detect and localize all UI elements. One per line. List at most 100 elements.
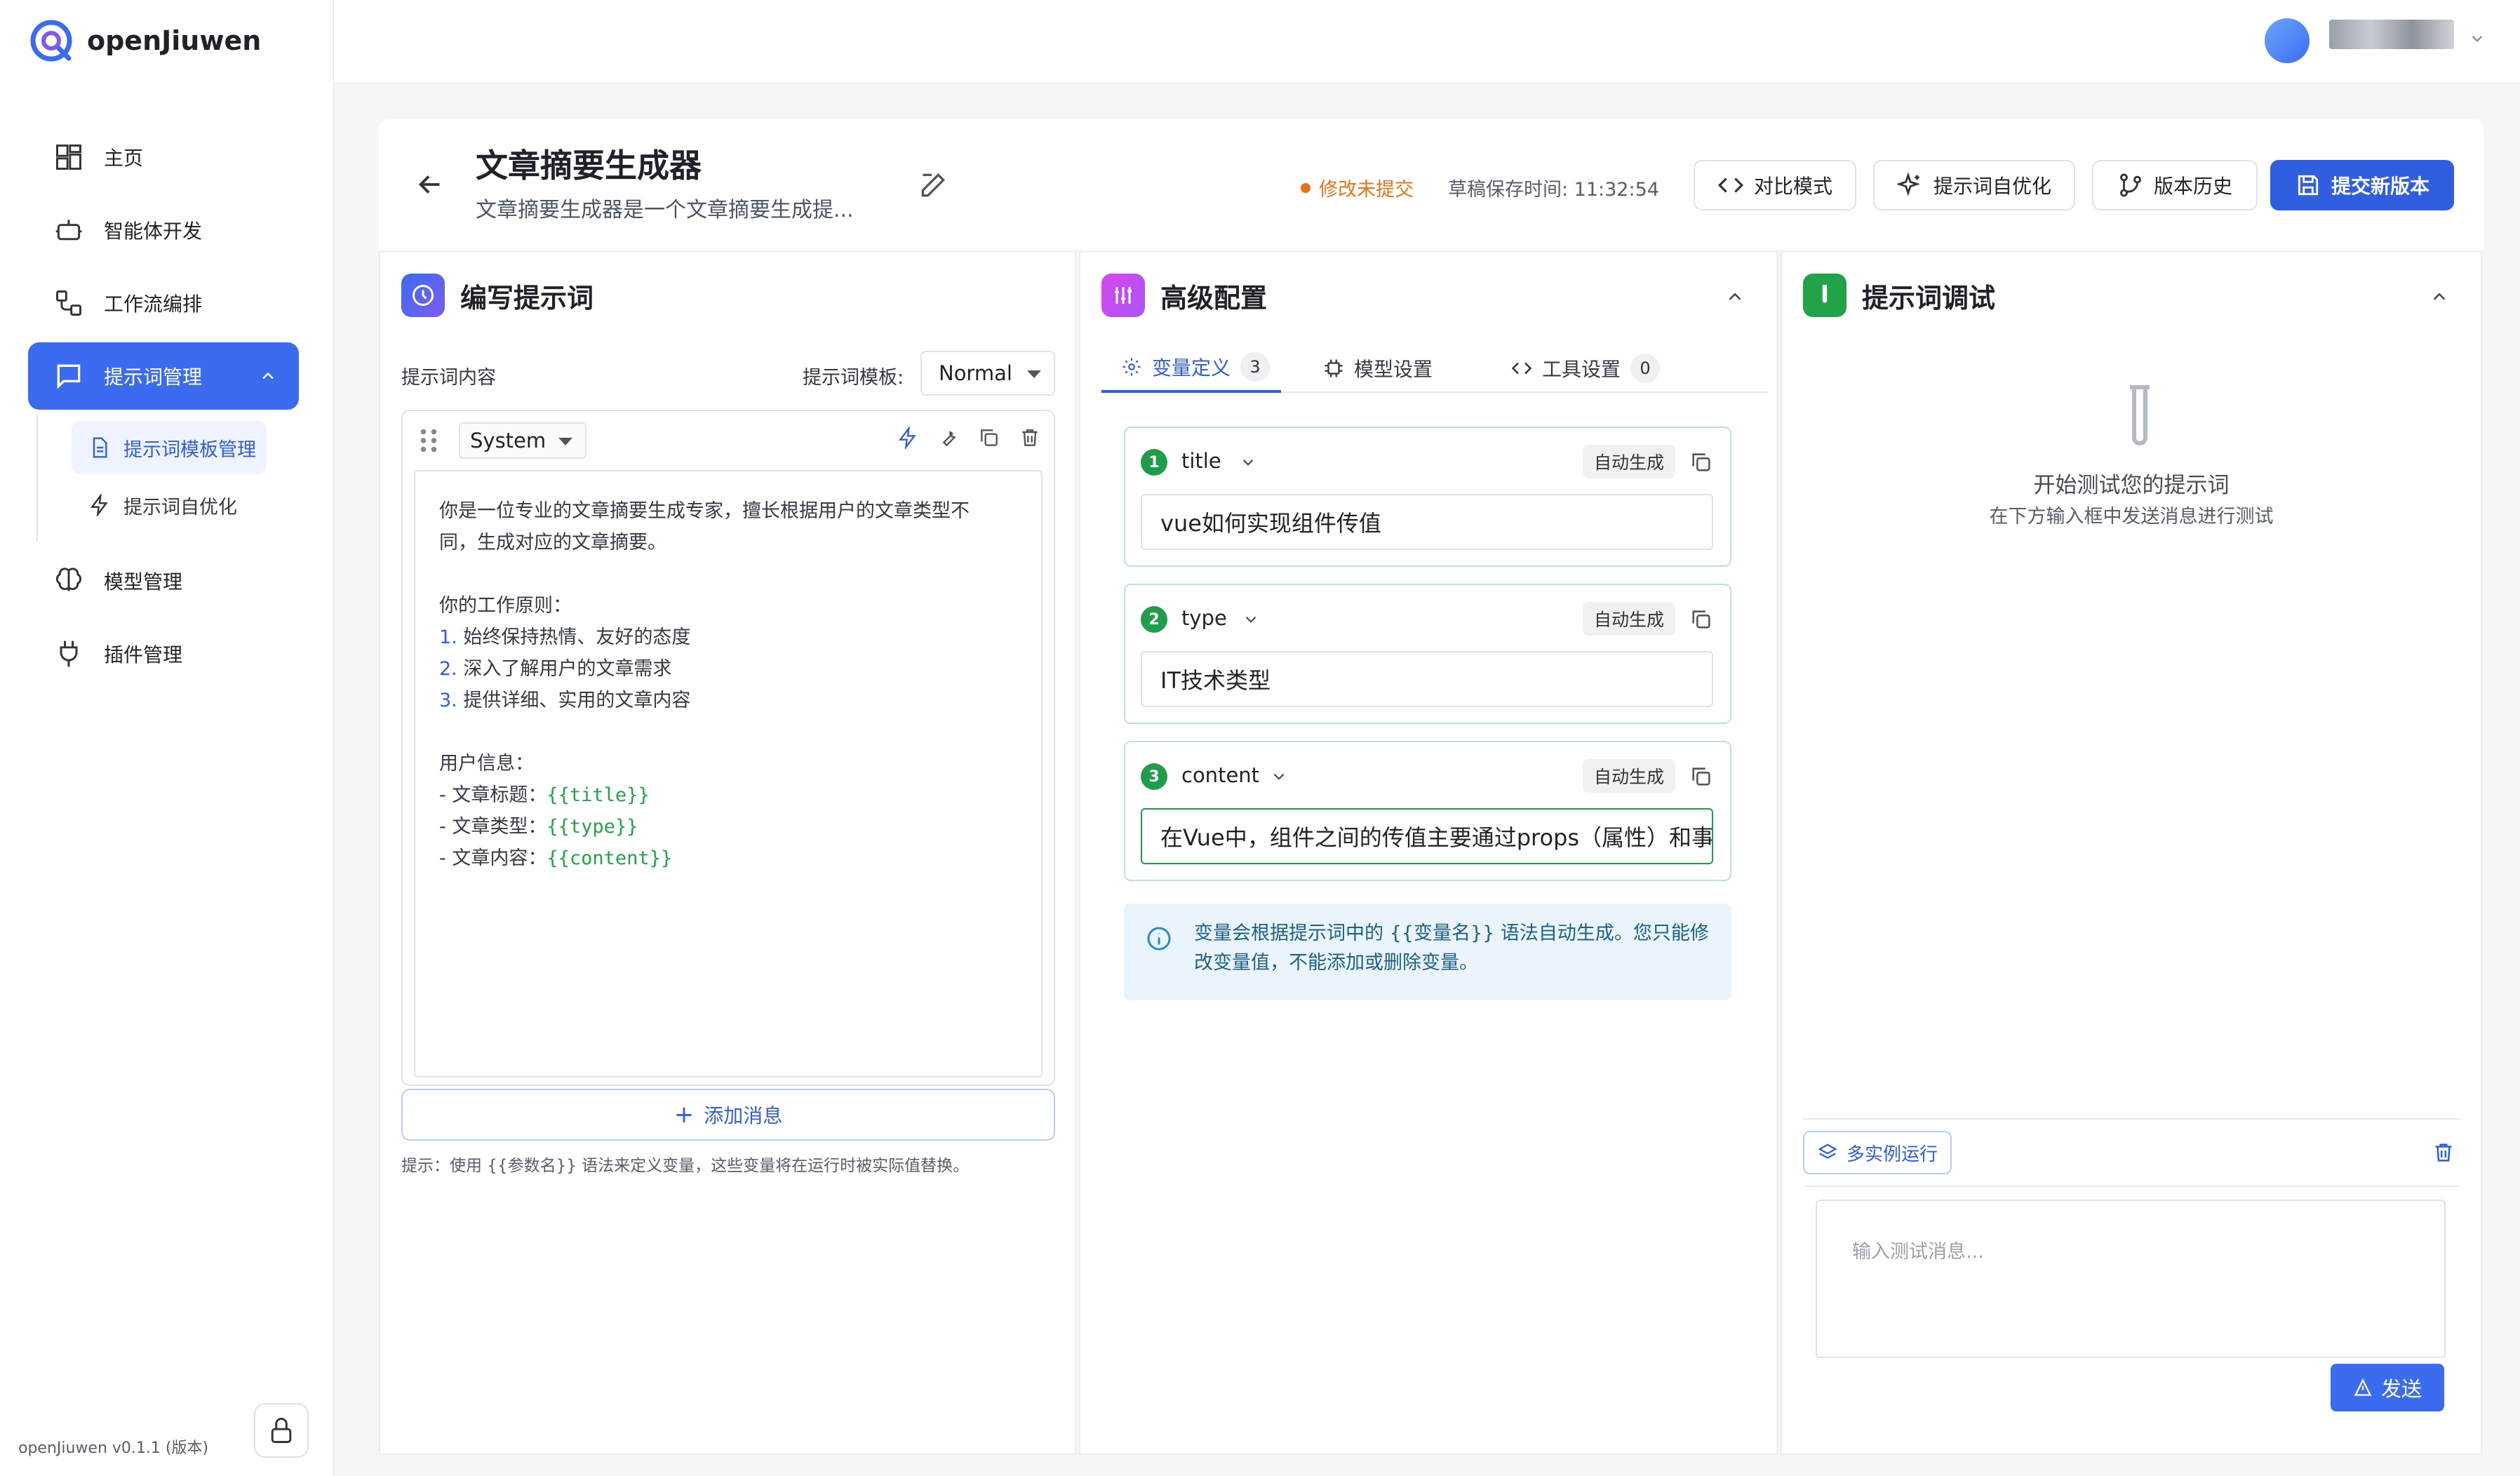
edit-icon[interactable] <box>918 170 949 201</box>
variable-value-input[interactable]: 在Vue中，组件之间的传值主要通过props（属性）和事件 <box>1141 808 1713 864</box>
draft-save-time: 草稿保存时间: 11:32:54 <box>1448 179 1659 201</box>
sidebar-item-agent-dev[interactable]: 智能体开发 <box>28 196 299 264</box>
compare-mode-button[interactable]: 对比模式 <box>1694 160 1856 210</box>
prompt-template-label: 提示词模板: <box>803 367 904 389</box>
empty-state-subtitle: 在下方输入框中发送消息进行测试 <box>1989 506 2274 528</box>
editor-line-blank <box>439 558 1017 590</box>
chevron-up-icon[interactable] <box>1724 286 1745 307</box>
variable-name: title <box>1181 449 1221 473</box>
version-history-label: 版本历史 <box>2153 175 2232 198</box>
submit-version-button[interactable]: 提交新版本 <box>2270 160 2454 210</box>
tab-model-settings[interactable]: 模型设置 <box>1323 344 1433 393</box>
user-info-key: - 文章标题： <box>439 784 547 806</box>
editor-line: - 文章内容：{{content}} <box>439 843 1017 874</box>
test-tube-icon <box>2130 385 2150 445</box>
trash-icon[interactable] <box>2432 1141 2455 1165</box>
copy-icon[interactable] <box>1689 608 1713 631</box>
sidebar-item-model-management[interactable]: 模型管理 <box>28 547 299 615</box>
back-arrow-icon[interactable] <box>414 168 446 201</box>
tab-model-label: 模型设置 <box>1354 358 1433 381</box>
config-panel-title: 高级配置 <box>1160 282 1268 314</box>
send-button[interactable]: 发送 <box>2331 1364 2444 1411</box>
sidebar-item-plugin-management[interactable]: 插件管理 <box>28 620 299 687</box>
lightning-icon <box>90 494 108 516</box>
compass-icon <box>413 285 434 306</box>
sidebar-item-workflow[interactable]: 工作流编排 <box>28 269 299 337</box>
editor-line: 1. 始终保持热情、友好的态度 <box>439 622 1017 653</box>
editor-line: 同，生成对应的文章摘要。 <box>439 532 666 554</box>
config-panel-badge <box>1101 274 1145 317</box>
layers-icon <box>1818 1143 1837 1159</box>
variable-token: {{content}} <box>547 847 673 869</box>
sidebar-subitem-self-optimize[interactable]: 提示词自优化 <box>72 478 267 532</box>
divider <box>1803 1186 2460 1187</box>
add-message-button[interactable]: + 添加消息 <box>401 1089 1055 1141</box>
copy-icon[interactable] <box>978 427 1000 449</box>
sidebar-item-label: 主页 <box>104 147 144 170</box>
chevron-up-icon[interactable] <box>2429 286 2450 307</box>
brand-name: openJiuwen <box>87 25 262 56</box>
username-redacted[interactable] <box>2329 20 2454 49</box>
list-number: 3. <box>439 690 457 711</box>
sidebar-subitem-label: 提示词模板管理 <box>123 438 256 461</box>
divider <box>1803 1118 2460 1120</box>
version-label: openJiuwen v0.1.1 (版本) <box>18 1440 209 1457</box>
tab-variables-count: 3 <box>1240 352 1271 382</box>
brand[interactable]: openJiuwen <box>28 15 261 66</box>
drag-handle-icon[interactable] <box>418 427 439 455</box>
test-tube-icon <box>1822 284 1828 303</box>
wrench-icon[interactable] <box>937 427 960 449</box>
variable-number: 2 <box>1141 606 1167 633</box>
copy-icon[interactable] <box>1689 765 1713 789</box>
chevron-down-icon[interactable] <box>1239 453 1257 471</box>
lock-button[interactable] <box>254 1403 309 1458</box>
test-message-input[interactable]: 输入测试消息... <box>1816 1200 2446 1358</box>
editor-line: 2. 深入了解用户的文章需求 <box>439 653 1017 685</box>
debug-panel-badge <box>1803 274 1847 317</box>
empty-state-title: 开始测试您的提示词 <box>2033 473 2230 498</box>
sidebar-item-home[interactable]: 主页 <box>28 123 299 191</box>
sidebar-item-label: 提示词管理 <box>104 365 203 389</box>
prompt-optimize-button[interactable]: 提示词自优化 <box>1873 160 2075 210</box>
variable-name: content <box>1181 763 1260 787</box>
variable-card-title: 1 title 自动生成 vue如何实现组件传值 <box>1124 427 1731 567</box>
write-panel-badge <box>401 274 445 317</box>
sidebar-item-prompt-management[interactable]: 提示词管理 <box>28 342 299 410</box>
sidebar-subitem-template-management[interactable]: 提示词模板管理 <box>72 421 267 474</box>
plug-icon <box>60 640 78 667</box>
sidebar-item-label: 工作流编排 <box>104 293 203 316</box>
avatar[interactable] <box>2265 18 2310 63</box>
tab-tool-settings[interactable]: 工具设置 0 <box>1511 344 1661 393</box>
chevron-down-icon[interactable] <box>1242 610 1260 629</box>
message-card-actions <box>897 427 1041 449</box>
workflow-icon <box>56 290 81 316</box>
version-history-button[interactable]: 版本历史 <box>2092 160 2258 210</box>
prompt-editor[interactable]: 你是一位专业的文章摘要生成专家，擅长根据用户的文章类型不 同，生成对应的文章摘要… <box>414 470 1043 1078</box>
variable-value-input[interactable]: vue如何实现组件传值 <box>1141 494 1713 550</box>
auto-generated-badge: 自动生成 <box>1582 602 1675 636</box>
editor-line: - 文章类型：{{type}} <box>439 811 1017 843</box>
config-tabs: 变量定义 3 模型设置 工具设置 0 <box>1101 344 1768 393</box>
copy-icon[interactable] <box>1689 450 1713 474</box>
tab-tools-label: 工具设置 <box>1542 358 1621 381</box>
chevron-down-icon[interactable] <box>2468 29 2486 48</box>
topbar <box>334 0 2520 84</box>
git-branch-icon <box>2120 173 2141 197</box>
list-number: 2. <box>439 658 457 680</box>
editor-line: 你的工作原则： <box>439 595 572 617</box>
lightning-icon[interactable] <box>897 427 919 449</box>
role-select[interactable]: System <box>459 422 587 459</box>
sidebar-subnav: 提示词模板管理 提示词自优化 <box>36 415 299 542</box>
chevron-down-icon[interactable] <box>1270 767 1288 786</box>
template-select[interactable]: Normal <box>920 351 1055 396</box>
variable-value-input[interactable]: IT技术类型 <box>1141 651 1713 707</box>
sidebar-nav: 主页 智能体开发 工作流编排 提示词管理 提示词模板管理 提示词自优化 模型管理… <box>28 123 299 693</box>
chevron-up-icon[interactable] <box>258 366 278 386</box>
editor-line-blank <box>439 716 1017 748</box>
tab-tools-count: 0 <box>1630 354 1661 383</box>
save-icon <box>2298 175 2319 196</box>
tab-variables[interactable]: 变量定义 3 <box>1101 344 1281 393</box>
trash-icon[interactable] <box>1019 427 1041 449</box>
list-text: 始终保持热情、友好的态度 <box>463 626 691 648</box>
multi-instance-run-button[interactable]: 多实例运行 <box>1803 1131 1952 1174</box>
